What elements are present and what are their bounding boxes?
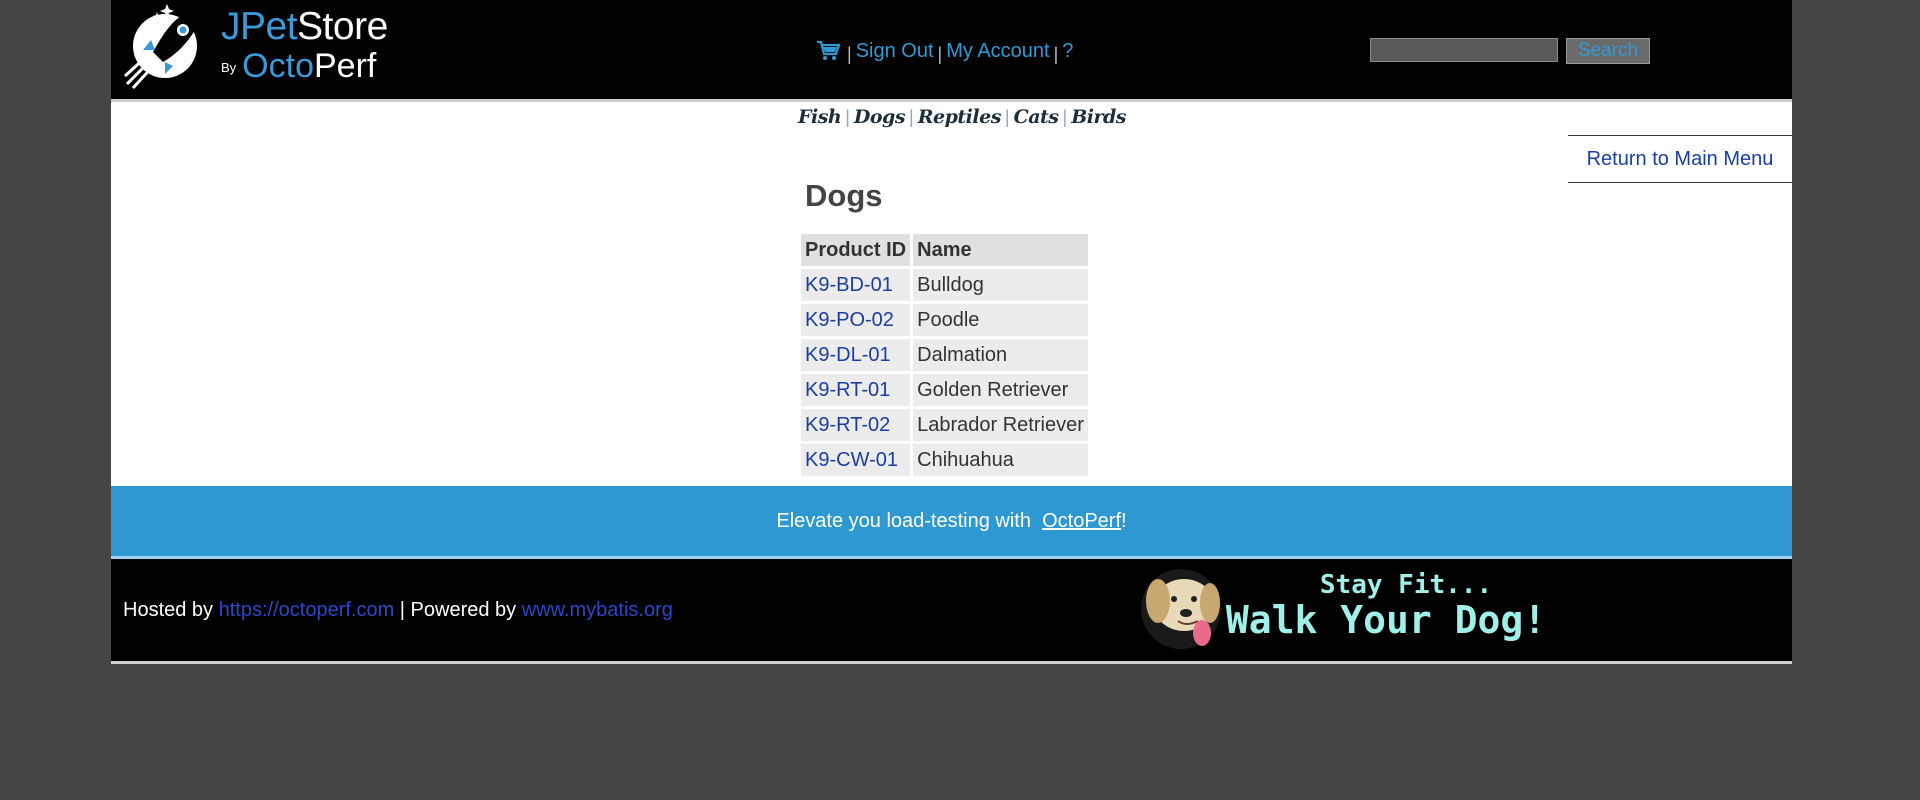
search-input[interactable] <box>1370 38 1558 62</box>
logo-text-perf: Perf <box>313 47 377 85</box>
sign-out-link[interactable]: Sign Out <box>856 40 934 63</box>
quicklink-dogs[interactable]: Dogs <box>854 106 906 128</box>
product-name-cell: Bulldog <box>913 269 1088 301</box>
quicklink-birds[interactable]: Birds <box>1071 106 1126 128</box>
product-id-cell: K9-RT-01 <box>801 374 911 406</box>
promo-text-after: ! <box>1121 509 1127 532</box>
logo-text-jpet: JPet <box>221 5 298 48</box>
table-row: K9-RT-02 Labrador Retriever <box>801 409 1088 441</box>
rocket-logo-icon <box>123 4 200 90</box>
product-id-link[interactable]: K9-CW-01 <box>805 449 898 471</box>
table-row: K9-BD-01 Bulldog <box>801 269 1088 301</box>
product-id-link[interactable]: K9-PO-02 <box>805 309 894 331</box>
product-name-cell: Labrador Retriever <box>913 409 1088 441</box>
help-link[interactable]: ? <box>1062 40 1073 63</box>
product-id-cell: K9-RT-02 <box>801 409 911 441</box>
column-header-product-id: Product ID <box>801 234 911 266</box>
logo-wordmark: JPetStore By OctoPerf <box>221 4 388 86</box>
promo-text: Elevate you load-testing with OctoPerf! <box>776 510 1126 533</box>
quicklink-fish[interactable]: Fish <box>798 106 842 128</box>
product-id-cell: K9-DL-01 <box>801 339 911 371</box>
walk-your-dog-banner: Stay Fit... Walk Your Dog! <box>1136 561 1551 657</box>
product-name-cell: Poodle <box>913 304 1088 336</box>
promo-bar: Elevate you load-testing with OctoPerf! <box>111 486 1792 559</box>
back-link-box: Return to Main Menu <box>1568 135 1792 183</box>
product-name-cell: Golden Retriever <box>913 374 1088 406</box>
search-button[interactable]: Search <box>1566 38 1650 64</box>
table-row: K9-RT-01 Golden Retriever <box>801 374 1088 406</box>
table-row: K9-DL-01 Dalmation <box>801 339 1088 371</box>
menu-separator: | <box>847 43 852 64</box>
category-quicklinks: Fish | Dogs | Reptiles | Cats | Birds <box>798 104 1126 130</box>
footer: Hosted by https://octoperf.com | Powered… <box>111 559 1792 664</box>
menu-separator: | <box>937 43 943 64</box>
logo[interactable]: JPetStore By OctoPerf <box>121 0 411 95</box>
promo-text-before: Elevate you load-testing with <box>776 509 1037 532</box>
cart-icon[interactable] <box>815 39 841 63</box>
my-account-link[interactable]: My Account <box>946 40 1049 63</box>
quicklink-separator: | <box>1004 106 1010 127</box>
banner-line-2: Walk Your Dog! <box>1226 598 1546 642</box>
quicklink-separator: | <box>909 106 914 127</box>
header-menu: | Sign Out | My Account | ? <box>815 36 1073 66</box>
page-wrapper: JPetStore By OctoPerf | Sign Out | My Acc… <box>111 0 1792 664</box>
dog-icon <box>1141 569 1221 649</box>
footer-credits: Hosted by https://octoperf.com | Powered… <box>123 599 673 622</box>
logo-text-store: Store <box>297 5 388 48</box>
product-id-link[interactable]: K9-DL-01 <box>805 344 891 366</box>
return-to-main-menu-link[interactable]: Return to Main Menu <box>1587 148 1774 171</box>
quicklink-reptiles[interactable]: Reptiles <box>918 106 1002 128</box>
product-id-link[interactable]: K9-BD-01 <box>805 274 893 296</box>
logo-text-octo: Octo <box>242 47 314 85</box>
mybatis-link[interactable]: www.mybatis.org <box>522 599 673 621</box>
banner-line-1: Stay Fit... <box>1320 570 1492 600</box>
powered-by-label: | Powered by <box>394 599 522 621</box>
product-name-cell: Dalmation <box>913 339 1088 371</box>
product-id-link[interactable]: K9-RT-02 <box>805 414 890 436</box>
column-header-name: Name <box>913 234 1088 266</box>
menu-separator: | <box>1053 43 1059 64</box>
quicklink-separator: | <box>1062 106 1068 127</box>
hosted-by-label: Hosted by <box>123 599 219 621</box>
category-title: Dogs <box>805 178 883 213</box>
quicklink-cats[interactable]: Cats <box>1014 106 1059 128</box>
table-row: K9-PO-02 Poodle <box>801 304 1088 336</box>
product-id-link[interactable]: K9-RT-01 <box>805 379 890 401</box>
product-id-cell: K9-CW-01 <box>801 444 911 476</box>
header: JPetStore By OctoPerf | Sign Out | My Acc… <box>111 0 1792 102</box>
product-table: Product ID Name K9-BD-01 Bulldog K9-PO-0… <box>798 231 1091 479</box>
octoperf-host-link[interactable]: https://octoperf.com <box>219 599 395 621</box>
table-row: K9-CW-01 Chihuahua <box>801 444 1088 476</box>
quicklink-separator: | <box>845 106 850 127</box>
table-header-row: Product ID Name <box>801 234 1088 266</box>
logo-text-by: By <box>221 60 237 76</box>
octoperf-promo-link[interactable]: OctoPerf <box>1042 510 1121 532</box>
product-id-cell: K9-PO-02 <box>801 304 911 336</box>
product-name-cell: Chihuahua <box>913 444 1088 476</box>
product-id-cell: K9-BD-01 <box>801 269 911 301</box>
